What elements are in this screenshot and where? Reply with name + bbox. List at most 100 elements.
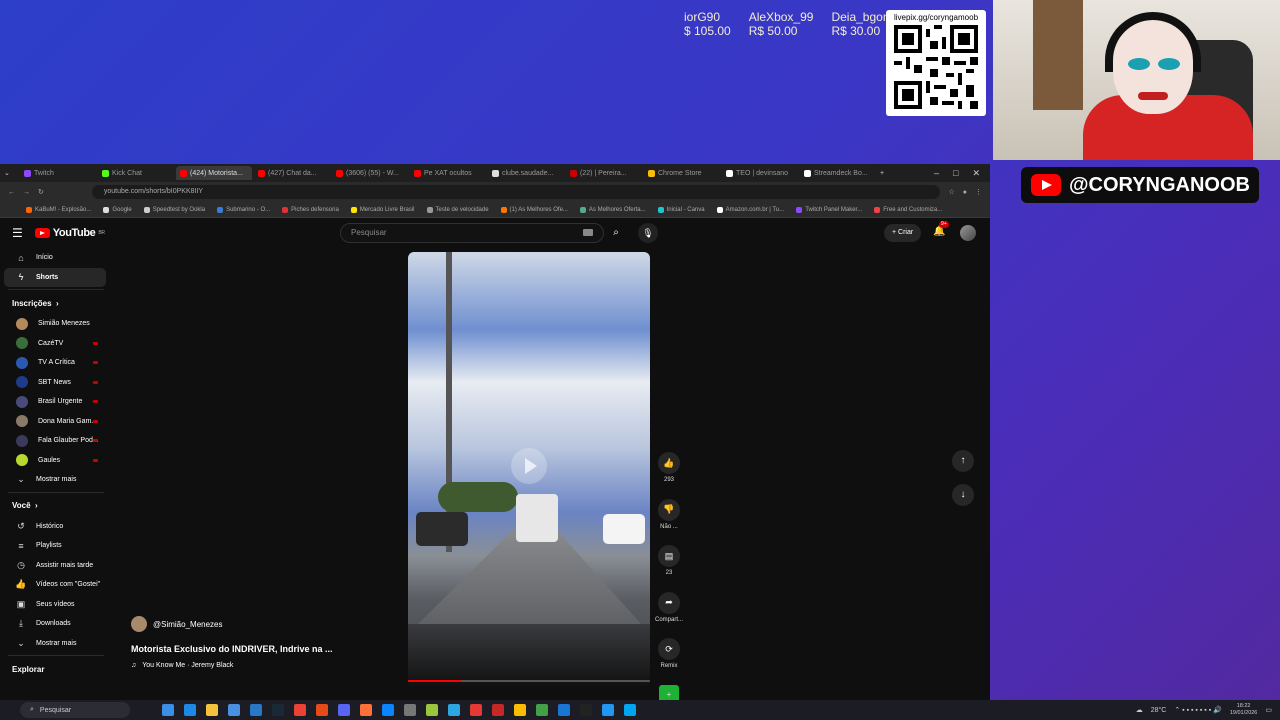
- video-progress-bar[interactable]: [408, 680, 650, 682]
- forward-icon[interactable]: →: [23, 189, 30, 196]
- sidebar-item-your-videos[interactable]: ▣ Seus vídeos: [4, 595, 106, 615]
- minimize-icon[interactable]: –: [934, 168, 939, 179]
- taskbar-app-icon[interactable]: [404, 704, 416, 716]
- back-icon[interactable]: ←: [8, 189, 15, 196]
- taskbar-app-icon[interactable]: [338, 704, 350, 716]
- weather-icon[interactable]: ☁: [1136, 706, 1143, 714]
- subscription-item[interactable]: Gaules: [4, 451, 106, 471]
- taskbar-app-icon[interactable]: [470, 704, 482, 716]
- taskbar-app-icon[interactable]: [250, 704, 262, 716]
- subscription-item[interactable]: Fala Glauber Pod...: [4, 431, 106, 451]
- short-channel[interactable]: @Simião_Menezes: [131, 616, 333, 632]
- previous-short-button[interactable]: ↑: [952, 450, 974, 472]
- sidebar-item-watch-later[interactable]: ◷ Assistir mais tarde: [4, 556, 106, 576]
- avatar[interactable]: [960, 225, 976, 241]
- taskbar-app-icon[interactable]: [206, 704, 218, 716]
- subscription-item[interactable]: Brasil Urgente: [4, 392, 106, 412]
- subscription-item[interactable]: TV A Crítica: [4, 353, 106, 373]
- taskbar-app-icon[interactable]: [624, 704, 636, 716]
- browser-tab[interactable]: TEO | devinsano: [722, 166, 798, 180]
- play-overlay-icon[interactable]: [511, 448, 547, 484]
- bookmark-item[interactable]: Inicial - Canva: [657, 206, 705, 213]
- microphone-icon[interactable]: 🎙: [638, 223, 658, 243]
- show-more-subscriptions[interactable]: ⌄ Mostrar mais: [4, 470, 106, 490]
- taskbar-app-icon[interactable]: [360, 704, 372, 716]
- taskbar-app-icon[interactable]: [184, 704, 196, 716]
- profile-icon[interactable]: ●: [963, 189, 967, 196]
- taskbar-app-icon[interactable]: [602, 704, 614, 716]
- subscriptions-heading[interactable]: Inscrições ›: [0, 292, 112, 314]
- subscription-item[interactable]: SBT News: [4, 373, 106, 393]
- subscription-item[interactable]: CazéTV: [4, 334, 106, 354]
- comments-button[interactable]: ▤ 23: [652, 545, 686, 576]
- sound-thumbnail-icon[interactable]: +: [659, 684, 679, 700]
- browser-tab[interactable]: Pe XAT ocultos: [410, 166, 486, 180]
- taskbar-app-icon[interactable]: [426, 704, 438, 716]
- sidebar-item-downloads[interactable]: ⤓ Downloads: [4, 614, 106, 634]
- bookmark-item[interactable]: Mercado Livre Brasil: [350, 206, 415, 213]
- show-more-you[interactable]: ⌄ Mostrar mais: [4, 634, 106, 654]
- remix-button[interactable]: ⟳ Remix: [652, 638, 686, 669]
- subscription-item[interactable]: Dona Maria Gam...: [4, 412, 106, 432]
- like-button[interactable]: 👍 293: [652, 452, 686, 483]
- menu-icon[interactable]: ⋮: [975, 188, 982, 196]
- bookmark-item[interactable]: Speedtest by Ookla: [143, 206, 205, 213]
- search-input[interactable]: Pesquisar: [340, 223, 604, 243]
- notifications-bell-icon[interactable]: 🔔 9+: [933, 221, 949, 237]
- share-button[interactable]: ➦ Compart...: [652, 591, 686, 623]
- taskbar-search[interactable]: ⌕ Pesquisar: [20, 702, 130, 718]
- sidebar-item-home[interactable]: ⌂ Início: [4, 248, 106, 268]
- search-icon[interactable]: ⌕: [606, 223, 626, 243]
- taskbar-app-icon[interactable]: [448, 704, 460, 716]
- bookmark-item[interactable]: Teste de velocidade: [426, 206, 489, 213]
- browser-tab[interactable]: Chrome Store: [644, 166, 720, 180]
- clock[interactable]: 18:22 19/01/2026: [1230, 703, 1258, 717]
- sidebar-item-playlists[interactable]: ≡ Playlists: [4, 536, 106, 556]
- taskbar-app-icon[interactable]: [272, 704, 284, 716]
- bookmark-item[interactable]: Twitch Panel Maker...: [796, 206, 862, 213]
- youtube-logo[interactable]: YouTube BR: [34, 227, 105, 239]
- taskbar-app-icon[interactable]: [228, 704, 240, 716]
- taskbar-app-icon[interactable]: [580, 704, 592, 716]
- hamburger-menu-icon[interactable]: ☰: [12, 226, 23, 240]
- browser-tab[interactable]: (3606) (55) - W...: [332, 166, 408, 180]
- bookmark-item[interactable]: KaBuM! - Explosão...: [26, 206, 91, 213]
- sidebar-item-history[interactable]: ↺ Histórico: [4, 517, 106, 537]
- sidebar-item-shorts[interactable]: ϟ Shorts: [4, 267, 106, 287]
- maximize-icon[interactable]: □: [953, 168, 958, 179]
- taskbar-app-icon[interactable]: [316, 704, 328, 716]
- bookmark-item[interactable]: Piches defensoria: [282, 206, 339, 213]
- browser-tab[interactable]: Streamdeck Bo...: [800, 166, 876, 180]
- browser-tab[interactable]: Kick Chat: [98, 166, 174, 180]
- close-icon[interactable]: ✕: [972, 168, 980, 179]
- browser-tab[interactable]: Twitch: [20, 166, 96, 180]
- taskbar-app-icon[interactable]: [294, 704, 306, 716]
- short-song[interactable]: ♫ You Know Me · Jeremy Black: [131, 662, 333, 669]
- you-heading[interactable]: Você ›: [0, 495, 112, 517]
- short-video-player[interactable]: [408, 252, 650, 686]
- taskbar-app-icon[interactable]: [514, 704, 526, 716]
- weather-temp[interactable]: 28°C: [1151, 707, 1167, 714]
- short-title[interactable]: Motorista Exclusivo do INDRIVER, Indrive…: [131, 644, 333, 654]
- bookmark-item[interactable]: Google: [103, 206, 132, 213]
- notification-center-icon[interactable]: ▭: [1265, 706, 1272, 714]
- browser-tab[interactable]: (22) | Pereira...: [566, 166, 642, 180]
- bookmark-item[interactable]: (1) As Melhores Ofe...: [500, 206, 568, 213]
- browser-tab[interactable]: clube.saudade...: [488, 166, 564, 180]
- dislike-button[interactable]: 👎 Não ...: [652, 498, 686, 530]
- create-button[interactable]: + Criar: [884, 224, 922, 242]
- star-icon[interactable]: ☆: [948, 188, 954, 196]
- reload-icon[interactable]: ↻: [38, 188, 44, 196]
- browser-tab[interactable]: (427) Chat da...: [254, 166, 330, 180]
- taskbar-app-icon[interactable]: [162, 704, 174, 716]
- bookmark-item[interactable]: Free and Customiza...: [874, 206, 942, 213]
- taskbar-app-icon[interactable]: [558, 704, 570, 716]
- bookmark-item[interactable]: Amazon.com.br | Tu...: [716, 206, 784, 213]
- new-tab-icon[interactable]: +: [880, 170, 884, 177]
- taskbar-app-icon[interactable]: [382, 704, 394, 716]
- url-input[interactable]: youtube.com/shorts/bI0PKK8IIY: [91, 185, 941, 199]
- keyboard-icon[interactable]: [583, 229, 593, 236]
- tray-icons[interactable]: ⌃ ▪ ▪ ▪ ▪ ▪ ▪ ▪ 🔊: [1174, 706, 1222, 714]
- bookmark-item[interactable]: Submarino - O...: [217, 206, 270, 213]
- browser-tab-active[interactable]: (424) Motorista...: [176, 166, 252, 180]
